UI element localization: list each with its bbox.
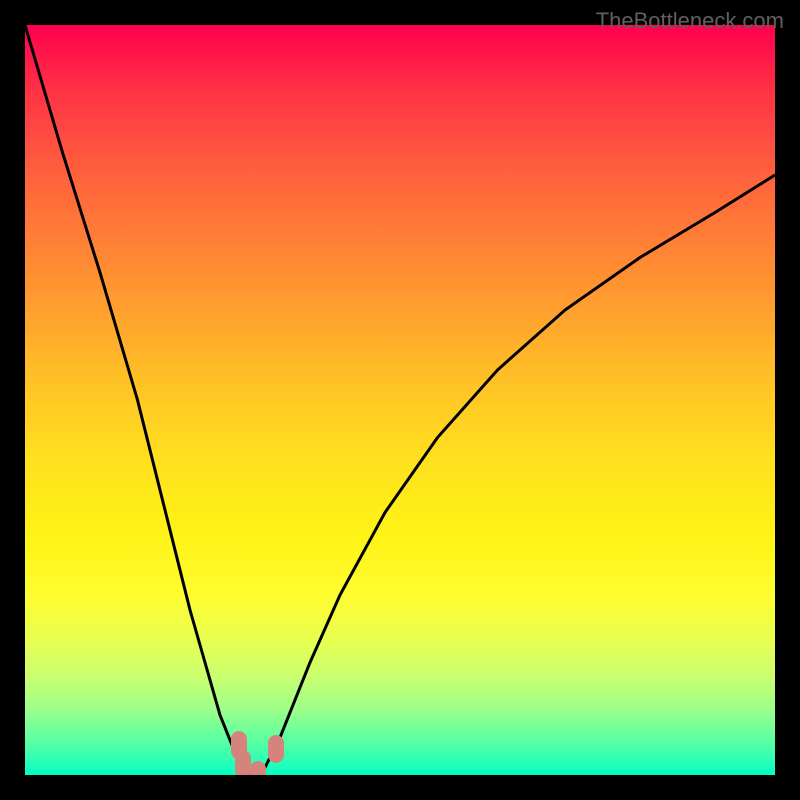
chart-plot-area — [25, 25, 775, 775]
curve-path — [25, 25, 775, 775]
bottleneck-curve — [25, 25, 775, 775]
bottom-marker — [250, 761, 266, 775]
watermark-text: TheBottleneck.com — [596, 8, 784, 34]
left-marker-lower — [235, 750, 251, 775]
right-marker — [268, 735, 284, 763]
